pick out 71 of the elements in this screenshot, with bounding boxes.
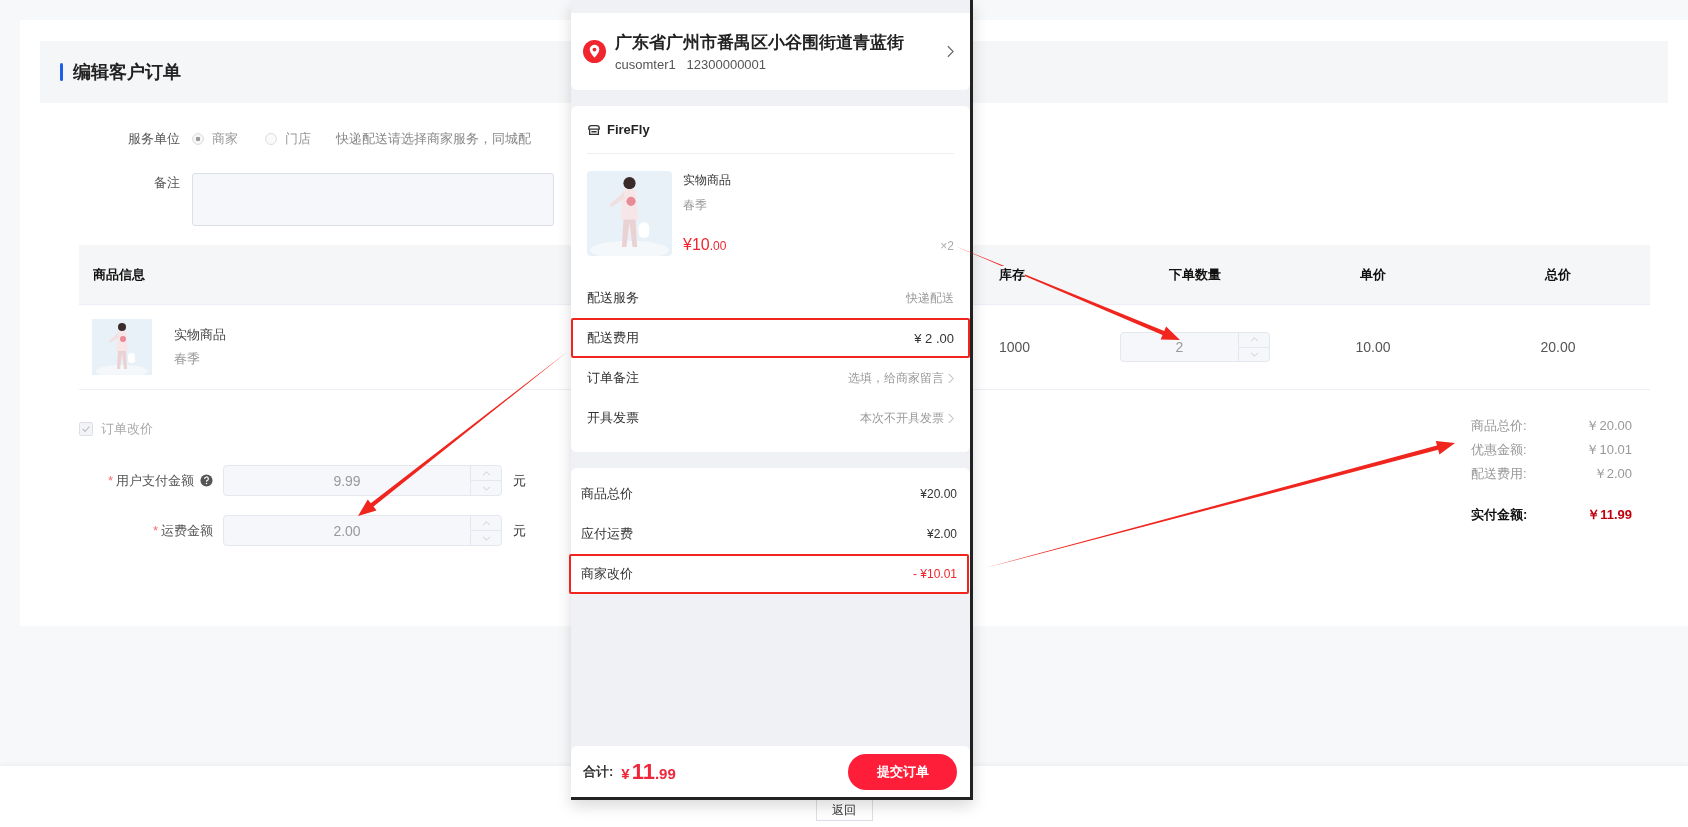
summary-value: ￥2.00 [1592, 465, 1632, 483]
field-label: 用户支付金额 [116, 471, 194, 490]
help-icon[interactable] [200, 474, 213, 487]
option-value: 选填，给商家留言 [848, 369, 944, 387]
option-value: 快递配送 [906, 289, 954, 307]
column-header: 商品信息 [93, 265, 145, 284]
table-cell-text: 20.00 [1539, 339, 1577, 355]
summary-label: 配送费用: [1471, 465, 1528, 483]
chevron-up-icon[interactable] [481, 470, 491, 476]
address-text: 广东省广州市番禺区小谷围街道青蓝街 [615, 32, 905, 54]
option-label: 开具发票 [587, 409, 640, 427]
product-spec: 春季 [683, 197, 708, 214]
product-name: 实物商品 [174, 326, 226, 344]
sum-amount: ¥11.99 [621, 758, 677, 785]
total-label: 应付运费 [581, 525, 634, 543]
table-cell-text: 10.00 [1354, 339, 1392, 355]
chevron-down-icon[interactable] [481, 485, 491, 491]
field-label: 备注 [153, 174, 181, 192]
required-mark: * [107, 473, 113, 488]
store-name: FireFly [607, 122, 650, 137]
summary-label: 商品总价: [1471, 417, 1528, 435]
field-label: 服务单位 [127, 130, 181, 148]
option-value: ¥ 2 .00 [914, 330, 954, 346]
option-label: 配送费用 [587, 329, 640, 347]
chevron-up-icon[interactable] [481, 520, 491, 526]
table-cell-text: 1000 [998, 339, 1032, 355]
column-header: 总价 [1545, 265, 1571, 284]
total-value: ¥2.00 [926, 527, 957, 541]
radio-option[interactable]: 商家 [192, 130, 238, 148]
product-spec: 春季 [174, 350, 201, 368]
sum-label: 合计: [583, 762, 614, 781]
column-header: 单价 [1360, 265, 1386, 284]
hint-text: 快递配送请选择商家服务，同城配 [336, 130, 531, 148]
back-button[interactable]: 返回 [815, 799, 873, 821]
chevron-down-icon[interactable] [481, 535, 491, 541]
check-icon [81, 424, 91, 434]
total-value: - ¥10.01 [912, 567, 957, 581]
page-title: 编辑客户订单 [73, 61, 181, 84]
submit-button[interactable]: 提交订单 [848, 753, 957, 790]
remark-field[interactable] [192, 173, 554, 226]
product-price: ¥10.00 [683, 236, 727, 254]
chevron-icon[interactable] [947, 45, 954, 58]
chevron-down-icon[interactable] [1249, 351, 1259, 357]
quantity-text: ×2 [940, 239, 954, 253]
column-header: 下单数量 [1169, 265, 1221, 284]
option-label: 配送服务 [587, 289, 640, 307]
unit-label: 元 [513, 521, 526, 540]
product-name: 实物商品 [683, 172, 732, 189]
total-value: ¥20.00 [920, 487, 957, 501]
checkbox-label: 订单改价 [101, 420, 153, 438]
radio-option[interactable]: 门店 [265, 130, 311, 148]
required-mark: * [152, 523, 158, 538]
total-value: ￥11.99 [1586, 506, 1632, 524]
total-label: 实付金额: [1471, 506, 1529, 524]
location-icon [583, 40, 606, 63]
column-header: 库存 [999, 265, 1025, 284]
total-label: 商品总价 [581, 485, 634, 503]
amount-input[interactable]: 2.00 [223, 515, 502, 546]
shop-icon [587, 122, 601, 137]
amount-input[interactable]: 9.99 [223, 465, 502, 496]
summary-label: 优惠金额: [1471, 441, 1528, 459]
summary-value: ￥20.00 [1585, 417, 1632, 435]
unit-label: 元 [513, 471, 526, 490]
summary-value: ￥10.01 [1585, 441, 1632, 459]
option-value: 本次不开具发票 [860, 409, 944, 427]
option-label: 订单备注 [587, 369, 640, 387]
contact-text: cusomter1 12300000001 [615, 57, 768, 72]
chevron-up-icon[interactable] [1249, 337, 1259, 343]
quantity-stepper[interactable]: 2 [1120, 332, 1270, 362]
field-label: 运费金额 [161, 521, 213, 540]
total-label: 商家改价 [581, 565, 634, 583]
